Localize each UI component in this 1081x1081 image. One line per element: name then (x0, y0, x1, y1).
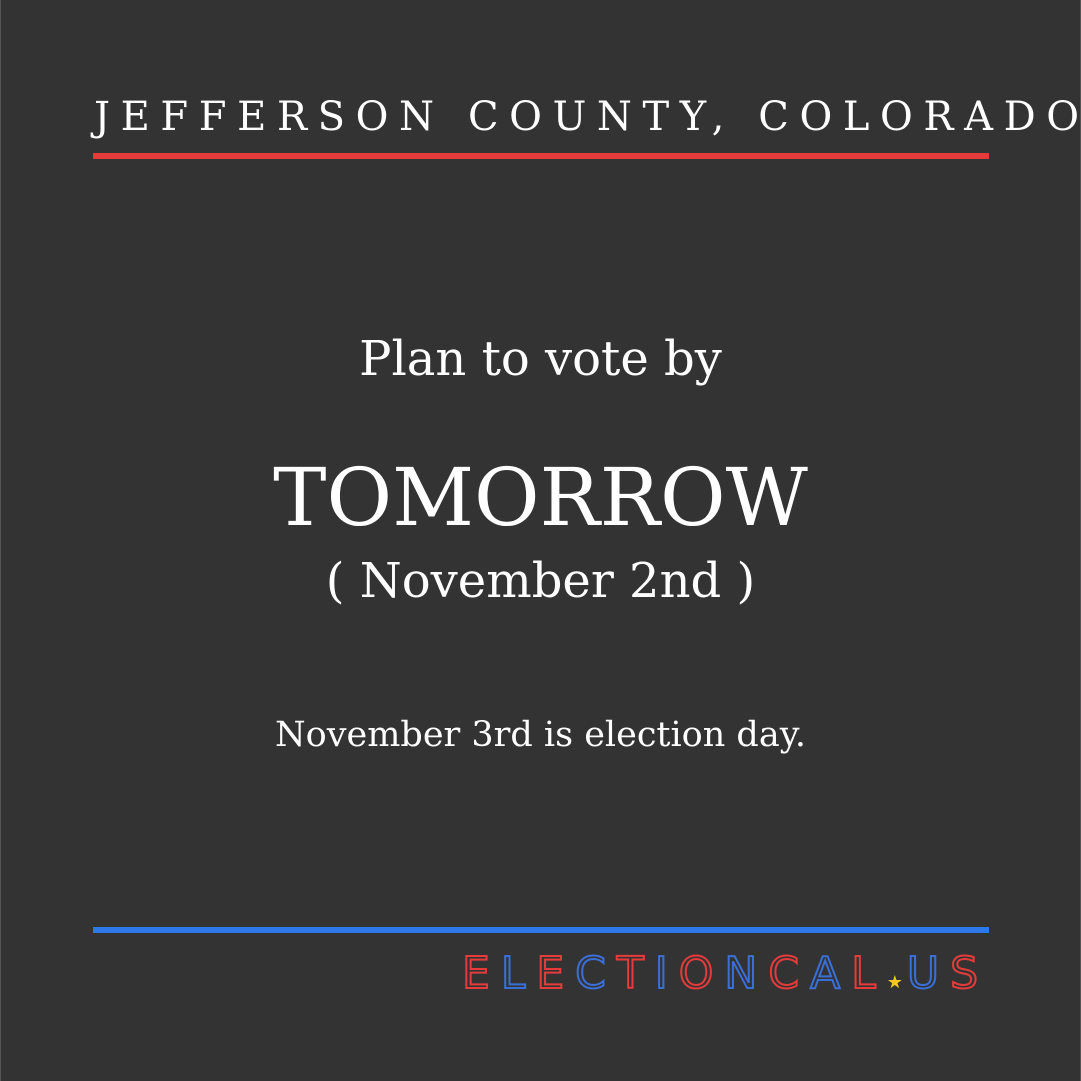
logo-letter: E (535, 947, 576, 1000)
deadline-date: ( November 2nd ) (325, 553, 756, 609)
logo-letter: C (767, 947, 811, 1000)
logo-letter: O (678, 947, 725, 1000)
logo-letter: E (461, 947, 501, 1000)
logo-letter: I (654, 947, 679, 1000)
logo-letter: C (574, 947, 617, 1000)
deadline-headline: TOMORROW (273, 451, 808, 544)
electioncal-logo: ELECTIONCAL★US (461, 946, 989, 1002)
logo-letter: L (500, 947, 537, 1000)
county-title: JEFFERSON COUNTY, COLORADO (94, 94, 1081, 140)
election-day-note: November 3rd is election day. (275, 715, 806, 755)
graphic-canvas: JEFFERSON COUNTY, COLORADO Plan to vote … (0, 0, 1081, 1081)
logo-letter: N (723, 947, 769, 1000)
bottom-blue-divider (93, 927, 989, 933)
top-red-divider (93, 153, 989, 159)
logo-letter: S (949, 947, 989, 1000)
star-icon: ★ (886, 972, 907, 993)
logo-letter: T (616, 947, 655, 1000)
logo-letter: L (850, 947, 887, 1000)
logo-letter: A (809, 947, 852, 1000)
logo-letter: U (906, 947, 951, 1000)
plan-to-vote-text: Plan to vote by (359, 331, 722, 387)
